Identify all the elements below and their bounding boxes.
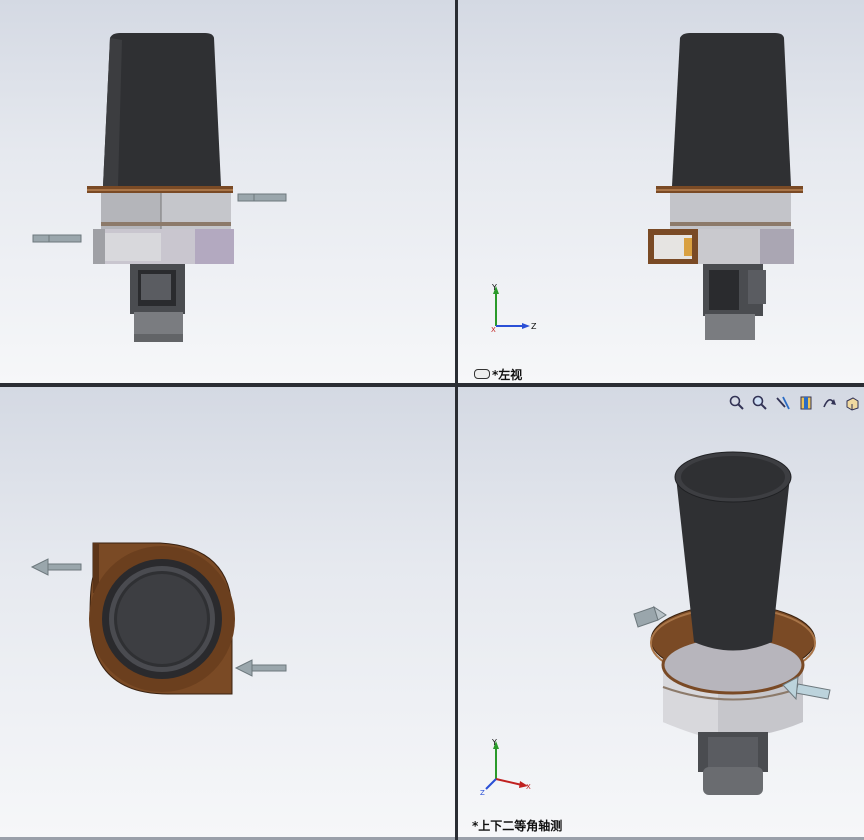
triad-y-label: Y (491, 283, 497, 292)
triad-z-label: Z (531, 322, 537, 331)
front-view-model (32, 33, 287, 342)
view-label-left: *左视 (492, 368, 523, 382)
top-view-model (30, 542, 287, 695)
view-indicator-icon (474, 369, 490, 379)
zoom-to-area-icon[interactable] (749, 393, 770, 413)
outlet-arrow (237, 193, 287, 202)
viewport-front[interactable] (0, 0, 455, 383)
inlet-arrow (32, 234, 82, 243)
cad-quad-viewport: Y Z X *左视 Y X Z *上下二等角轴测 (0, 0, 864, 840)
display-style-icon[interactable] (841, 393, 862, 413)
coordinate-triad-iso: Y X Z (480, 738, 531, 797)
triad-x-label: X (491, 326, 496, 334)
section-view-icon[interactable] (795, 393, 816, 413)
triad-iso-y-label: Y (491, 738, 497, 747)
viewport-dimetric[interactable]: Y X Z *上下二等角轴测 (458, 387, 864, 837)
heads-up-toolbar (726, 393, 862, 413)
view-label-dimetric: *上下二等角轴测 (472, 819, 563, 833)
viewport-left[interactable]: Y Z X *左视 (458, 0, 864, 383)
outlet-arrow-top (30, 558, 82, 576)
triad-iso-z-label: Z (480, 789, 485, 797)
coordinate-triad: Y Z X (491, 283, 537, 334)
zoom-to-fit-icon[interactable] (726, 393, 747, 413)
triad-iso-x-label: X (526, 783, 531, 791)
view-orientation-icon[interactable] (818, 393, 839, 413)
inlet-arrow-top (234, 659, 287, 677)
viewport-top[interactable] (0, 387, 455, 837)
previous-view-icon[interactable] (772, 393, 793, 413)
